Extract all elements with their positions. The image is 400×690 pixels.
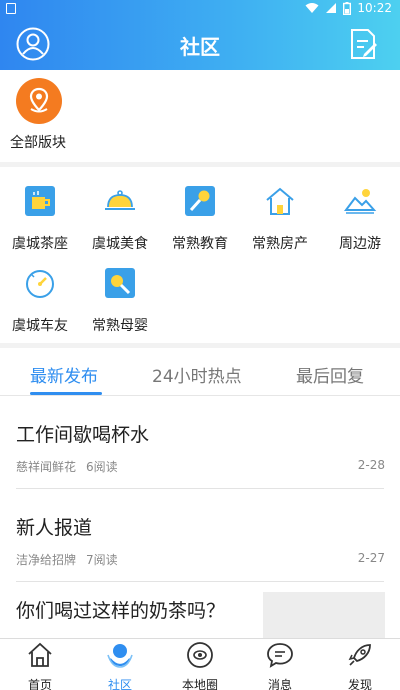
message-icon (267, 643, 293, 668)
page-title: 社区 (180, 35, 220, 59)
tab-latest[interactable]: 最新发布 (30, 362, 98, 387)
status-time: 10:22 (357, 1, 392, 15)
nav-label: 本地圈 (181, 678, 218, 690)
speedometer-icon (26, 270, 54, 298)
forum-item-education[interactable]: 常熟教育 (160, 183, 240, 253)
nav-messages[interactable]: 消息 (240, 641, 320, 690)
post-item[interactable]: 工作间歇喝杯水 慈祥闻鲜花 6阅读 2-28 (0, 396, 400, 489)
signal-icon (326, 3, 337, 13)
all-boards-label: 全部版块 (10, 135, 66, 151)
nav-label: 社区 (107, 678, 132, 690)
nav-label: 首页 (27, 678, 52, 690)
home-icon (28, 642, 52, 667)
post-item[interactable]: 新人报道 洁净给招牌 7阅读 2-27 (0, 489, 400, 582)
forum-label: 常熟教育 (172, 236, 228, 252)
post-meta: 洁净给招牌 7阅读 (16, 551, 118, 568)
bottom-nav: 首页 社区 本地圈 消息 发现 (0, 638, 400, 690)
forum-item-tea[interactable]: 虞城茶座 (0, 183, 80, 253)
post-title: 工作间歇喝杯水 (16, 424, 150, 446)
forum-item-travel[interactable]: 周边游 (320, 183, 400, 253)
post-author: 慈祥闻鲜花 (16, 460, 77, 474)
wifi-icon (305, 3, 319, 13)
post-title: 你们喝过这样的奶茶吗？ (16, 600, 226, 622)
location-pin-icon (29, 87, 49, 113)
notification-icon (6, 3, 16, 14)
post-reads: 6阅读 (86, 460, 118, 474)
app-header: 社区 (0, 18, 400, 70)
post-author: 洁净给招牌 (16, 553, 77, 567)
compose-icon[interactable] (348, 27, 378, 61)
forum-label: 虞城茶座 (12, 236, 68, 252)
nav-community[interactable]: 社区 (80, 641, 160, 690)
landscape-icon (344, 189, 377, 214)
forum-label: 虞城美食 (92, 236, 148, 252)
post-item[interactable]: 你们喝过这样的奶茶吗？ (0, 582, 400, 638)
forum-item-car[interactable]: 虞城车友 (0, 265, 80, 335)
community-icon (107, 644, 133, 668)
post-list: 工作间歇喝杯水 慈祥闻鲜花 6阅读 2-28 新人报道 洁净给招牌 7阅读 2-27… (0, 396, 400, 638)
nav-discover[interactable]: 发现 (320, 641, 400, 690)
local-circle-icon (187, 642, 213, 668)
post-reads: 7阅读 (86, 553, 118, 567)
post-date: 2-27 (357, 551, 385, 565)
microphone-icon (185, 186, 215, 216)
nav-label: 发现 (347, 678, 372, 690)
forum-grid: 虞城茶座 虞城美食 常熟教育 常熟房产 周边游 虞城车友 常熟母婴 (0, 167, 400, 343)
forum-item-food[interactable]: 虞城美食 (80, 183, 160, 253)
status-bar: 10:22 (0, 0, 400, 18)
forum-label: 常熟母婴 (92, 318, 148, 334)
post-meta: 慈祥闻鲜花 6阅读 (16, 458, 118, 475)
tab-24h-hot[interactable]: 24小时热点 (152, 362, 242, 387)
all-boards-button[interactable] (16, 78, 62, 124)
forum-label: 虞城车友 (12, 318, 68, 334)
all-boards-section[interactable]: 全部版块 (0, 70, 400, 162)
nav-home[interactable]: 首页 (0, 641, 80, 690)
active-tab-indicator (30, 392, 102, 395)
post-date: 2-28 (357, 458, 385, 472)
tea-cup-icon (25, 186, 55, 216)
battery-icon (343, 1, 352, 15)
forum-item-housing[interactable]: 常熟房产 (240, 183, 320, 253)
post-thumbnail (263, 592, 385, 638)
forum-item-baby[interactable]: 常熟母婴 (80, 265, 160, 335)
food-cloche-icon (105, 190, 135, 210)
forum-label: 周边游 (339, 236, 381, 252)
feed-tabs: 最新发布 24小时热点 最后回复 (0, 348, 400, 396)
house-icon (266, 187, 294, 215)
post-title: 新人报道 (16, 517, 93, 539)
nav-local-circle[interactable]: 本地圈 (160, 641, 240, 690)
nav-label: 消息 (267, 678, 292, 690)
forum-label: 常熟房产 (252, 236, 308, 252)
tab-last-reply[interactable]: 最后回复 (296, 362, 364, 387)
baby-bottle-icon (105, 268, 135, 298)
rocket-icon (348, 644, 371, 666)
